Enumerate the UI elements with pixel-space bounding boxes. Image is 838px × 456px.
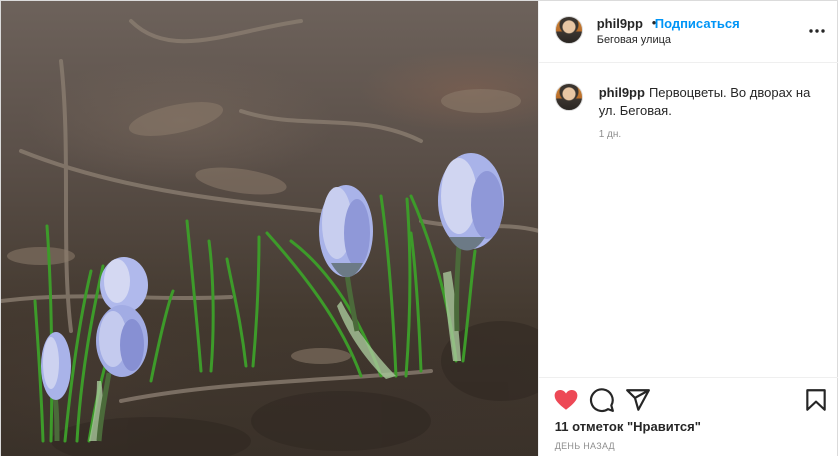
post-actions: 11 отметок "Нравится" ДЕНЬ НАЗАД (538, 377, 838, 456)
caption-author-username[interactable]: phil9pp (599, 85, 645, 100)
post-photo[interactable] (1, 1, 538, 456)
caption: phil9pp Первоцветы. Во дворах на ул. Бего… (599, 84, 829, 120)
post-location[interactable]: Беговая улица (597, 34, 671, 46)
post-date[interactable]: ДЕНЬ НАЗАД (555, 441, 615, 451)
author-avatar[interactable] (554, 16, 583, 44)
instagram-post: phil9pp • Подписаться Беговая улица phil… (0, 0, 838, 456)
likes-count[interactable]: 11 отметок "Нравится" (555, 419, 701, 434)
caption-author-avatar[interactable] (554, 83, 583, 111)
crocus-photo (1, 19, 538, 456)
follow-button[interactable]: Подписаться (655, 16, 740, 31)
author-username[interactable]: phil9pp (597, 16, 643, 31)
more-options-icon[interactable] (807, 21, 827, 41)
bookmark-icon[interactable] (803, 387, 829, 413)
post-header: phil9pp • Подписаться Беговая улица (538, 1, 838, 63)
post-side-panel: phil9pp • Подписаться Беговая улица phil… (537, 1, 838, 456)
caption-timestamp[interactable]: 1 дн. (599, 129, 621, 140)
share-icon[interactable] (625, 387, 651, 413)
heart-icon[interactable] (553, 387, 579, 413)
comment-icon[interactable] (589, 387, 615, 413)
